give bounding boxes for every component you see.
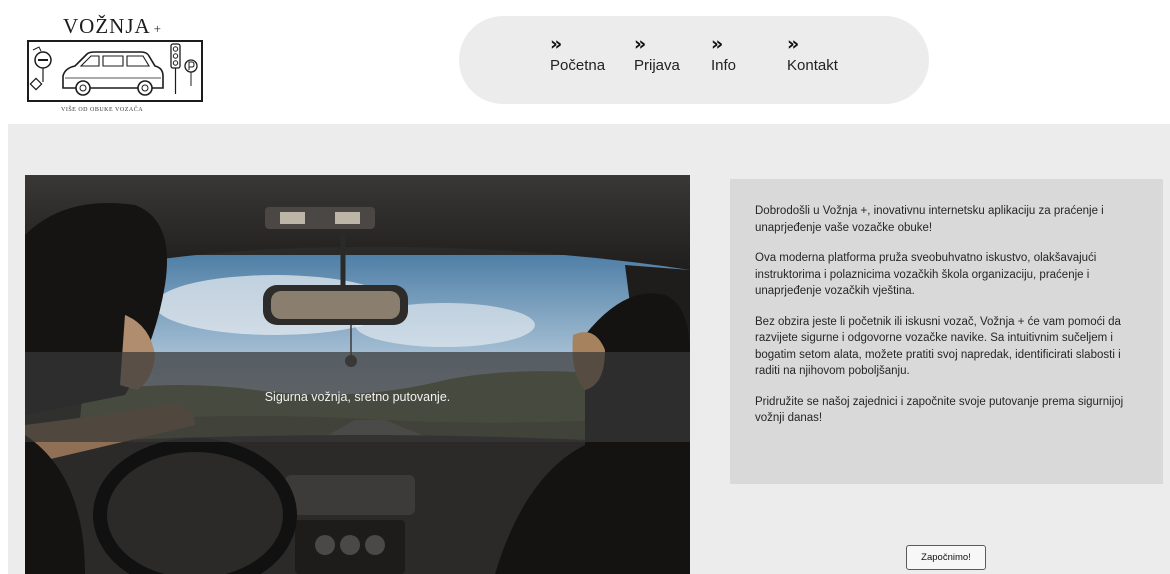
nav-item-prijava[interactable]: » Prijava <box>634 34 680 76</box>
hero-caption: Sigurna vožnja, sretno putovanje. <box>264 390 451 404</box>
logo-tagline: VIŠE OD OBUKE VOZAČA <box>61 107 144 113</box>
car-traffic-illustration-icon <box>29 43 198 96</box>
nav-label: Kontakt <box>787 57 838 74</box>
double-chevron-right-icon: » <box>711 33 724 55</box>
site-header: VOŽNJA + VIŠE OD OBUKE VOZAČA » Početna … <box>0 0 1170 124</box>
logo-title: VOŽNJA + <box>63 14 162 39</box>
hero-image: Sigurna vožnja, sretno putovanje. <box>25 175 690 574</box>
main-navigation: » Početna » Prijava » Info » Kontakt <box>459 16 929 104</box>
main-content: Sigurna vožnja, sretno putovanje. Dobrod… <box>8 124 1170 574</box>
nav-label: Prijava <box>634 57 680 74</box>
logo-illustration-frame <box>27 40 203 102</box>
nav-item-pocetna[interactable]: » Početna <box>550 34 605 76</box>
intro-paragraph: Ova moderna platforma pruža sveobuhvatno… <box>755 252 1097 297</box>
double-chevron-right-icon: » <box>550 33 563 55</box>
hero-caption-band: Sigurna vožnja, sretno putovanje. <box>25 352 690 442</box>
double-chevron-right-icon: » <box>634 33 647 55</box>
intro-paragraph: Pridružite se našoj zajednici i započnit… <box>755 395 1124 425</box>
logo-title-suffix: + <box>153 21 163 36</box>
nav-item-info[interactable]: » Info <box>711 34 736 76</box>
intro-panel: Dobrodošli u Vožnja +, inovativnu intern… <box>730 179 1163 484</box>
nav-label: Početna <box>550 57 606 74</box>
nav-label: Info <box>711 57 737 74</box>
intro-paragraph: Bez obzira jeste li početnik ili iskusni… <box>755 315 1121 378</box>
get-started-button[interactable]: Započnimo! <box>906 545 986 570</box>
logo[interactable]: VOŽNJA + VIŠE OD OBUKE VOZAČA <box>27 12 203 116</box>
intro-paragraph: Dobrodošli u Vožnja +, inovativnu intern… <box>755 205 1104 234</box>
nav-item-kontakt[interactable]: » Kontakt <box>787 34 838 76</box>
double-chevron-right-icon: » <box>787 33 800 55</box>
logo-title-text: VOŽNJA <box>63 14 151 38</box>
